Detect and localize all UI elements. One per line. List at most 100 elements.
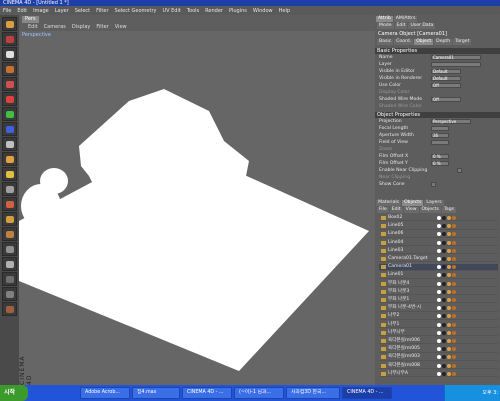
workplane-icon[interactable] [2,302,17,316]
shaded-wire-dropdown[interactable]: Off [431,97,461,102]
object-tags[interactable] [437,281,457,286]
viewport-menu-display[interactable]: Display [72,24,90,30]
object-list-item[interactable]: Box02 [379,215,498,222]
viewport-menu-cameras[interactable]: Cameras [44,24,66,30]
object-list-item[interactable]: Line01 [379,272,498,279]
object-tags[interactable] [437,314,457,319]
obj-menu-file[interactable]: File [377,207,389,213]
rotate-tool-icon[interactable] [2,77,17,91]
start-button[interactable]: 시작 [0,385,28,401]
obj-menu-edit[interactable]: Edit [389,207,403,213]
object-tags[interactable] [437,363,457,368]
object-tags[interactable] [437,298,457,302]
render-view-icon[interactable] [2,152,17,166]
film-offset-y-field[interactable]: 0 % [431,161,449,166]
tab-attributes[interactable]: Attrib [376,16,393,22]
tab-materials[interactable]: Materials [376,200,402,206]
taskbar-item[interactable]: 사과컴3D 한국... [286,387,340,399]
object-tags[interactable] [437,273,457,278]
object-list-item[interactable]: Line04 [379,240,498,246]
menu-edit[interactable]: Edit [17,8,27,14]
axis-mode-icon[interactable] [2,272,17,286]
obj-menu-objects[interactable]: Objects [419,207,441,213]
object-list-item[interactable]: Camera01.Target [379,256,498,263]
tab-perspective[interactable]: Pers [22,15,39,23]
viewport-menu-filter[interactable]: Filter [96,24,108,30]
viewport-menu-edit[interactable]: Edit [28,24,38,30]
viewport-menu-view[interactable]: View [115,24,127,30]
tab-am-attrs[interactable]: AM/Attrs [393,16,418,22]
tab-coord[interactable]: Coord. [394,39,414,45]
attr-menu-mode[interactable]: Mode [377,23,394,29]
menu-plugins[interactable]: Plugins [229,8,247,14]
tweak-mode-icon[interactable] [2,287,17,301]
object-tags[interactable] [437,224,457,229]
visible-renderer-dropdown[interactable]: Default [431,76,461,81]
menu-file[interactable]: File [3,8,11,14]
obj-menu-tags[interactable]: Tags [441,207,457,213]
fov-field[interactable] [431,140,449,145]
attr-menu-edit[interactable]: Edit [394,23,408,29]
tab-objects[interactable]: Objects [402,200,424,206]
object-list-item[interactable]: 육다본실rm006 [379,338,498,345]
live-select-icon[interactable] [2,32,17,46]
object-tags[interactable] [437,289,457,294]
viewport-canvas[interactable]: Perspective [19,31,375,385]
menu-render[interactable]: Render [205,8,223,14]
menu-tools[interactable]: Tools [187,8,199,14]
taskbar-item-active[interactable]: CINEMA 4D - ... [342,387,392,399]
visible-editor-dropdown[interactable]: Default [431,69,461,74]
tab-target[interactable]: Target [453,39,472,45]
object-tags[interactable] [437,322,457,327]
z-axis-icon[interactable] [2,122,17,136]
menu-select-geometry[interactable]: Select Geometry [115,8,157,14]
object-tags[interactable] [437,330,457,335]
object-list-item[interactable]: Camera01 [379,264,498,271]
menu-window[interactable]: Window [253,8,273,14]
object-list-item[interactable]: 나무나무 [379,330,498,337]
object-list-item[interactable]: 육다본실rm005 [379,346,498,353]
object-tags[interactable] [437,355,457,360]
menu-filter[interactable]: Filter [96,8,108,14]
near-clipping-checkbox[interactable] [457,168,462,173]
use-color-dropdown[interactable]: Off [431,83,461,88]
object-list-item[interactable]: Line06 [379,231,498,238]
aperture-width-field[interactable]: 36 [431,133,449,138]
object-list-item[interactable]: Line03 [379,248,498,255]
point-mode-icon[interactable] [2,197,17,211]
coordinate-system-icon[interactable] [2,137,17,151]
object-tags[interactable] [437,240,457,245]
y-axis-icon[interactable] [2,107,17,121]
object-tags[interactable] [437,306,457,311]
object-tags[interactable] [437,232,457,237]
texture-mode-icon[interactable] [2,257,17,271]
object-list-item[interactable]: 나무1 [379,322,498,328]
menu-select[interactable]: Select [75,8,90,14]
model-mode-icon[interactable] [2,242,17,256]
render-picture-icon[interactable] [2,167,17,181]
object-tags[interactable] [437,248,457,253]
taskbar-item[interactable]: CINEMA 4D - ... [182,387,232,399]
undo-tool-icon[interactable] [2,17,17,31]
menu-help[interactable]: Help [279,8,290,14]
tab-layers[interactable]: Layers [424,200,444,206]
menu-image[interactable]: Image [33,8,49,14]
object-tags[interactable] [437,257,457,261]
menu-uv-edit[interactable]: UV Edit [162,8,180,14]
object-tags[interactable] [437,339,457,343]
attr-menu-user-data[interactable]: User Data [408,23,436,29]
object-tags[interactable] [437,347,457,352]
object-list-item[interactable]: 부좌 나뭇-4번-시 [379,305,498,312]
move-tool-icon[interactable] [2,47,17,61]
projection-dropdown[interactable]: Perspective [431,119,471,124]
menu-layer[interactable]: Layer [55,8,69,14]
x-axis-icon[interactable] [2,92,17,106]
taskbar-item[interactable]: Adobe Acrob... [80,387,130,399]
polygon-mode-icon[interactable] [2,227,17,241]
object-list-item[interactable]: 육다본실rm003 [379,354,498,361]
name-field[interactable]: Camera01 [431,55,481,60]
render-settings-icon[interactable] [2,182,17,196]
tab-basic[interactable]: Basic [377,39,394,45]
object-tags[interactable] [437,265,457,270]
object-tags[interactable] [437,216,457,220]
